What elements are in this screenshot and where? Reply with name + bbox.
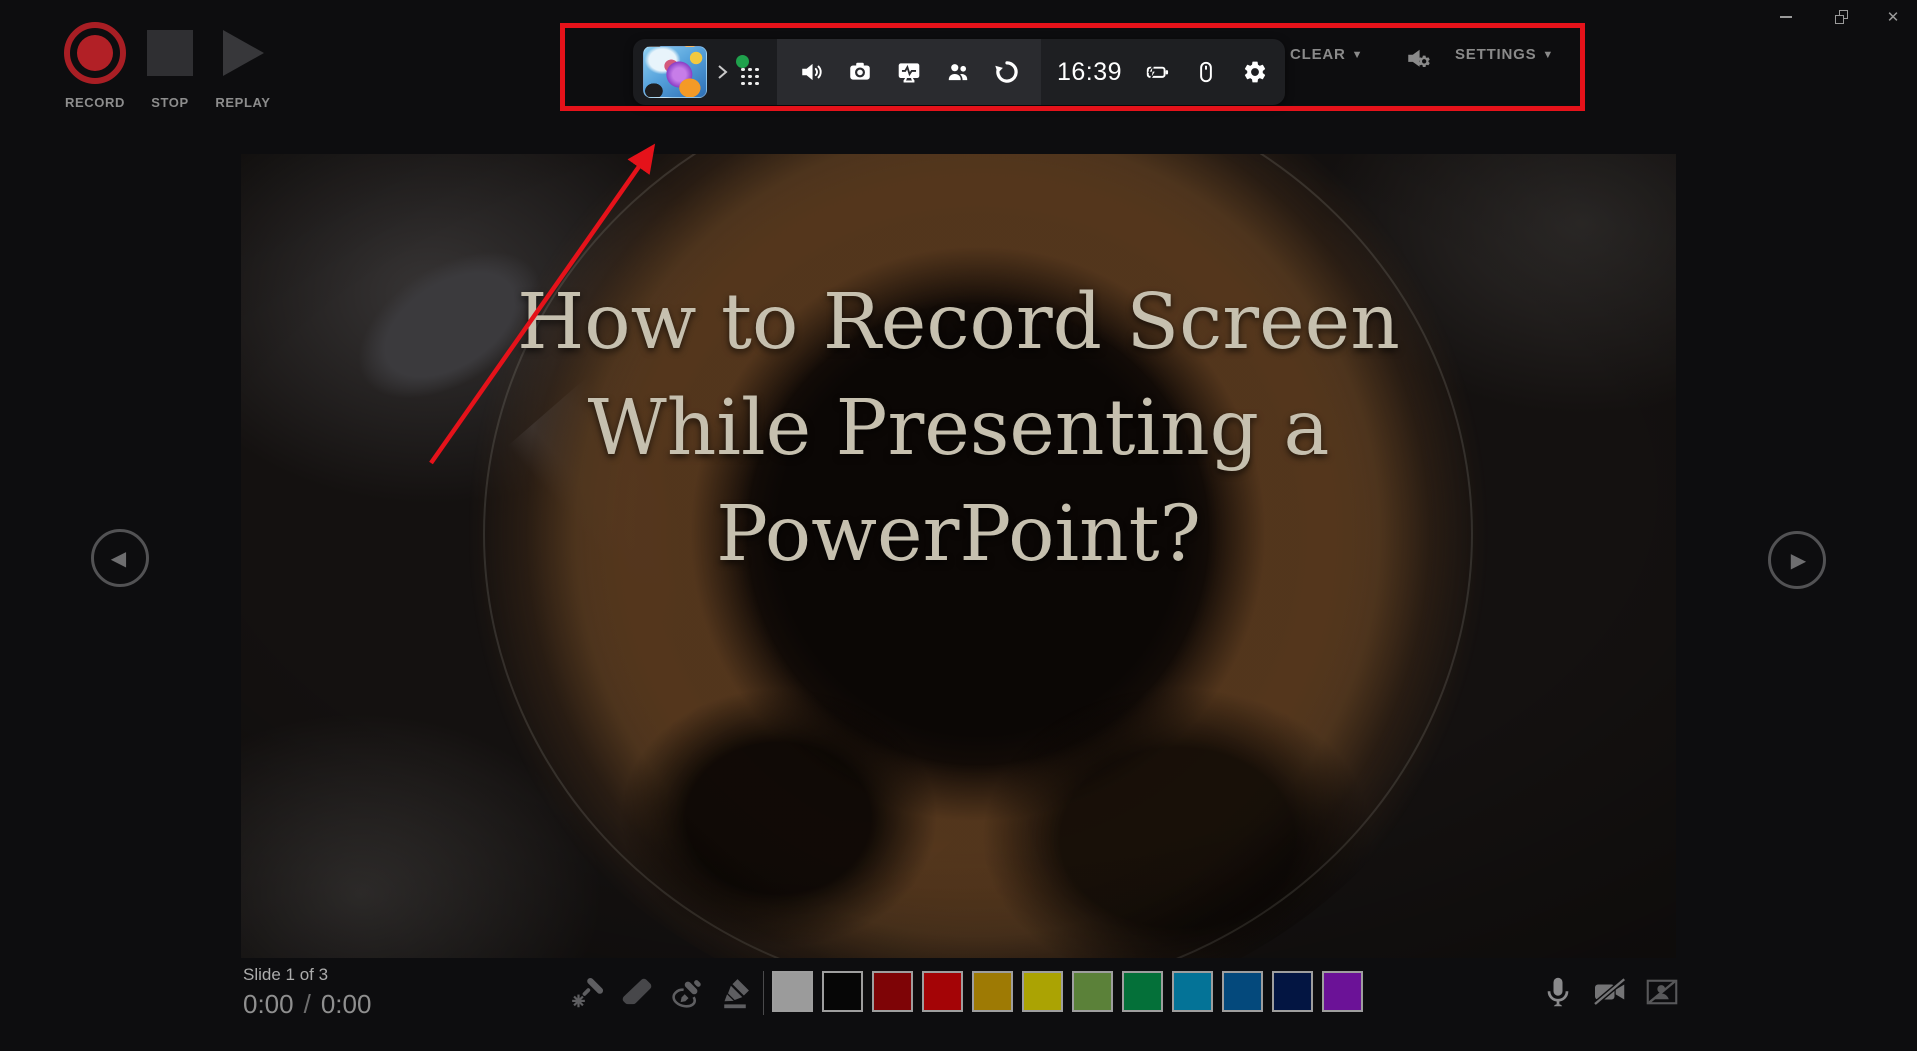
pen-button[interactable] [665, 972, 707, 1014]
sync-button[interactable] [993, 58, 1021, 86]
highlighter-icon [716, 974, 754, 1012]
av-controls [1538, 972, 1682, 1012]
settings-dropdown[interactable]: SETTINGS ▼ [1455, 46, 1554, 63]
performance-button[interactable] [895, 58, 923, 86]
next-slide-button[interactable]: ▶ [1768, 531, 1826, 589]
ink-color-swatch[interactable] [972, 971, 1013, 1012]
slide-canvas: How to Record Screen While Presenting a … [241, 154, 1676, 958]
volume-icon [799, 59, 825, 85]
settings-label: SETTINGS [1455, 46, 1536, 63]
clear-label: CLEAR [1290, 46, 1346, 63]
close-icon: ✕ [1887, 10, 1900, 25]
battery-charging-icon [1143, 58, 1171, 86]
time-separator: / [304, 989, 311, 1020]
speaker-gear-icon [1404, 42, 1438, 76]
gear-icon [1242, 59, 1268, 85]
slide-title-line: PowerPoint? [241, 482, 1676, 588]
tools-divider [763, 971, 764, 1015]
record-label: RECORD [55, 95, 135, 110]
record-icon [77, 35, 113, 71]
sync-icon [994, 59, 1020, 85]
microphone-button[interactable] [1538, 972, 1578, 1012]
apps-grid-button[interactable] [739, 59, 761, 85]
record-button[interactable] [64, 22, 126, 84]
participants-button[interactable] [944, 58, 972, 86]
hud-left-section [633, 39, 777, 105]
laser-pointer-icon [569, 974, 607, 1012]
mouse-icon [1192, 58, 1220, 86]
hud-settings-button[interactable] [1241, 58, 1269, 86]
screen-recorder-hud: 16:39 [633, 39, 1285, 105]
close-button[interactable]: ✕ [1878, 4, 1908, 30]
hud-tools-section [777, 39, 1041, 105]
next-arrow-icon: ▶ [1791, 548, 1806, 573]
ink-color-swatch[interactable] [1222, 971, 1263, 1012]
ink-color-swatch[interactable] [1172, 971, 1213, 1012]
ink-tools [567, 972, 756, 1014]
laser-pointer-button[interactable] [567, 972, 609, 1014]
recording-time-counter: 0:00 / 0:00 [243, 989, 371, 1020]
recording-status-dot [736, 55, 749, 68]
audio-settings-button[interactable] [1404, 42, 1438, 74]
hud-clock: 16:39 [1057, 58, 1122, 87]
microphone-icon [1540, 974, 1576, 1010]
minimize-icon [1780, 16, 1792, 18]
volume-button[interactable] [798, 58, 826, 86]
stop-label: STOP [140, 95, 200, 110]
eraser-button[interactable] [616, 972, 658, 1014]
ink-color-swatch[interactable] [922, 971, 963, 1012]
expand-button[interactable] [715, 63, 729, 81]
clear-dropdown[interactable]: CLEAR ▼ [1290, 46, 1363, 63]
ink-color-swatch[interactable] [1122, 971, 1163, 1012]
presenter-recording-window: ✕ RECORD STOP REPLAY CLEAR ▼ SETTINGS ▼ [0, 0, 1917, 1051]
slide-title-line: While Presenting a [241, 376, 1676, 482]
performance-monitor-icon [896, 59, 922, 85]
ink-color-swatch[interactable] [1072, 971, 1113, 1012]
restore-button[interactable] [1826, 4, 1856, 30]
ink-color-swatch[interactable] [1272, 971, 1313, 1012]
hud-status-section: 16:39 [1041, 39, 1285, 105]
replay-button[interactable] [223, 30, 264, 76]
pen-icon [667, 974, 705, 1012]
ink-color-swatch[interactable] [1322, 971, 1363, 1012]
ink-color-swatch[interactable] [772, 971, 813, 1012]
camera-preview-off-icon [1644, 974, 1680, 1010]
ink-color-palette [772, 971, 1363, 1012]
restore-icon [1836, 12, 1847, 23]
ink-color-swatch[interactable] [822, 971, 863, 1012]
camera-toggle-button[interactable] [1590, 972, 1630, 1012]
grid-dots-icon [741, 68, 759, 86]
total-time: 0:00 [321, 989, 372, 1020]
slide-title-line: How to Record Screen [241, 270, 1676, 376]
participants-icon [945, 59, 971, 85]
eraser-icon [618, 974, 656, 1012]
ink-color-swatch[interactable] [1022, 971, 1063, 1012]
replay-label: REPLAY [205, 95, 281, 110]
game-app-thumbnail[interactable] [643, 46, 707, 98]
stop-button[interactable] [147, 30, 193, 76]
chevron-right-icon [715, 63, 729, 81]
elapsed-time: 0:00 [243, 989, 294, 1020]
chevron-down-icon: ▼ [1352, 49, 1364, 61]
previous-arrow-icon: ◀ [111, 546, 126, 571]
previous-slide-button[interactable]: ◀ [91, 529, 149, 587]
screenshot-button[interactable] [846, 58, 874, 86]
chevron-down-icon: ▼ [1542, 49, 1554, 61]
highlighter-button[interactable] [714, 972, 756, 1014]
camera-off-icon [1592, 974, 1628, 1010]
ink-color-swatch[interactable] [872, 971, 913, 1012]
slide-counter: Slide 1 of 3 [243, 965, 328, 985]
camera-icon [847, 59, 873, 85]
camera-preview-toggle-button[interactable] [1642, 972, 1682, 1012]
slide-title: How to Record Screen While Presenting a … [241, 270, 1676, 588]
minimize-button[interactable] [1771, 4, 1801, 30]
